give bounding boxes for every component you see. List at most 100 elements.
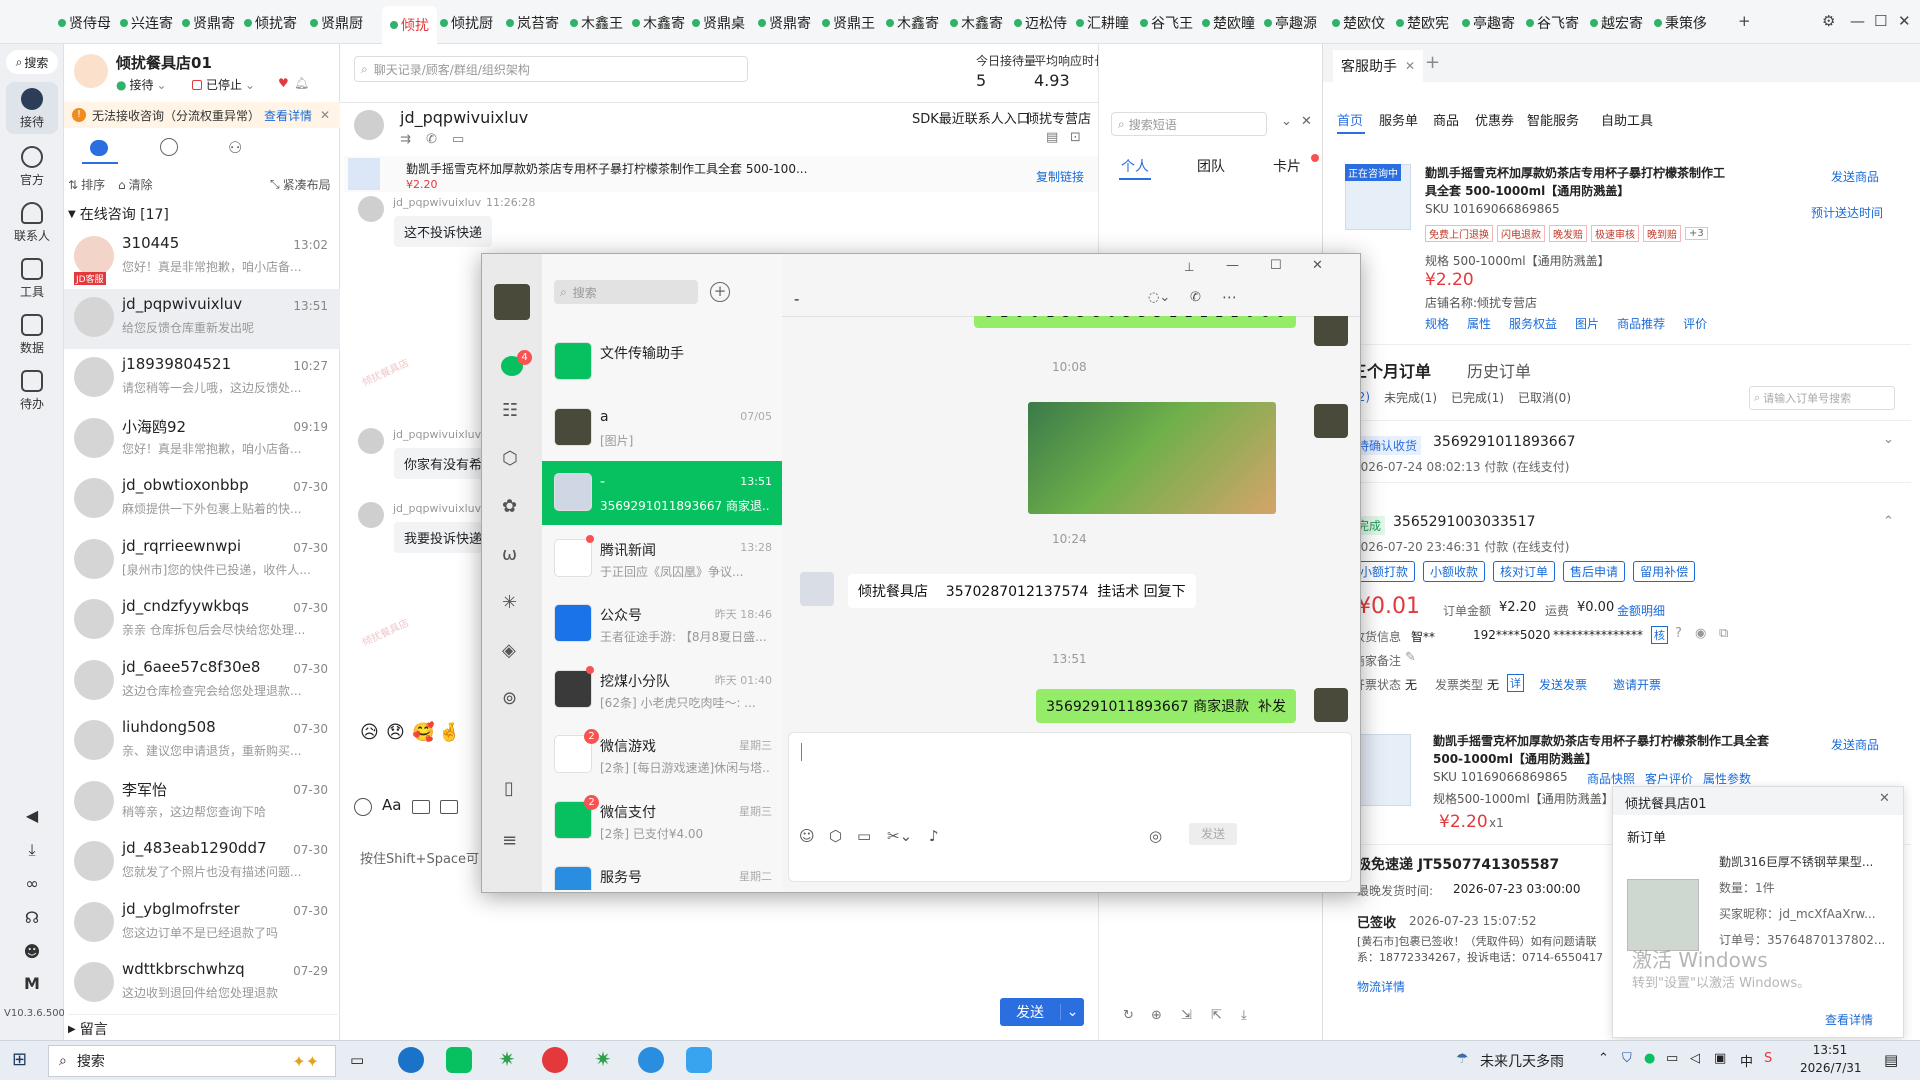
weather-label[interactable]: 未来几天多雨 <box>1480 1051 1564 1071</box>
contact-row[interactable]: jd_ybglmofrster 07-30 您这边订单不是已经退款了吗 <box>64 894 340 954</box>
headset-icon[interactable]: ☊ <box>22 908 42 928</box>
emoji-icon[interactable]: 🥰 <box>412 722 434 743</box>
add-tab-icon[interactable]: + <box>1425 52 1440 73</box>
menu-icon[interactable]: ≡ <box>502 830 517 851</box>
app-icon[interactable] <box>686 1047 712 1073</box>
tab-8[interactable]: 岚苔寄 <box>506 12 559 34</box>
send-item-button[interactable]: 发送商品 <box>1831 736 1879 753</box>
message-input-box[interactable]: ☺ ⬡ ▭ ✂⌄ ♪ ◎ 发送 <box>788 732 1352 882</box>
contact-row[interactable]: jd_rqrrieewnwpi 07-30 [泉州市]您的快件已投递，收件人... <box>64 531 340 591</box>
stop-status-select[interactable]: 已停止 ⌄ <box>192 76 255 93</box>
tab-20[interactable]: 亭趣源 <box>1264 12 1317 34</box>
rail-item-tools[interactable]: 工具 <box>6 252 58 302</box>
order-action-button[interactable]: 小额收款 <box>1423 560 1486 582</box>
assistant-nav-item[interactable]: 服务单 <box>1379 110 1418 129</box>
download-icon[interactable]: ⤓ <box>1241 1008 1247 1023</box>
tab-16[interactable]: 迈松侍 <box>1014 12 1067 34</box>
tab-26[interactable]: 秉策侈 <box>1654 12 1707 34</box>
contact-row[interactable]: wdttkbrschwhzq 07-29 这边收到退回件给您处理退款 <box>64 954 340 1014</box>
wechat-conversation-item[interactable]: 微信游戏 [2条] [每日游戏速递]休闲与塔... 星期三 2 <box>542 723 782 787</box>
microphone-icon[interactable]: ♪ <box>929 827 939 845</box>
video-icon[interactable] <box>440 800 458 814</box>
order-tab-recent[interactable]: 三个月订单 <box>1351 358 1431 382</box>
contacts-icon[interactable]: ☷ <box>502 400 518 421</box>
close-icon[interactable]: ✕ <box>1301 114 1312 129</box>
miniapp-icon[interactable]: ⊚ <box>502 688 517 709</box>
close-icon[interactable]: ✕ <box>1405 59 1415 73</box>
tab-15[interactable]: 木鑫寄 <box>950 12 1003 34</box>
app-icon[interactable]: ✷ <box>590 1047 616 1073</box>
wechat-search-input[interactable]: ⌕ 搜索 <box>554 280 698 304</box>
send-button[interactable]: 发送 <box>1000 1002 1060 1022</box>
invite-invoice-link[interactable]: 邀请开票 <box>1613 676 1661 693</box>
tab-9[interactable]: 木鑫王 <box>570 12 623 34</box>
product-link[interactable]: 属性 <box>1467 315 1491 332</box>
assistant-nav-item[interactable]: 优惠券 <box>1475 110 1514 129</box>
order-tab-history[interactable]: 历史订单 <box>1467 358 1531 382</box>
item-link[interactable]: 客户评价 <box>1645 770 1693 787</box>
collapse-icon[interactable]: ⌄ <box>1281 114 1292 129</box>
invoice-detail-button[interactable]: 详 <box>1507 674 1524 692</box>
verify-button[interactable]: 核 <box>1651 626 1668 644</box>
tab-1[interactable]: 贤侍母 <box>58 12 111 34</box>
tab-19[interactable]: 楚欧瞳 <box>1202 12 1255 34</box>
wechat-send-button[interactable]: 发送 <box>1189 823 1237 845</box>
rail-item-data[interactable]: 数据 <box>6 308 58 358</box>
order-action-button[interactable]: 售后申请 <box>1563 560 1626 582</box>
pin-icon[interactable]: ⊥ <box>1184 260 1194 274</box>
export-icon[interactable]: ⇱ <box>1211 1008 1222 1023</box>
task-view-icon[interactable]: ▭ <box>350 1051 364 1069</box>
wechat-taskbar-icon[interactable] <box>446 1047 472 1073</box>
assistant-nav-item[interactable]: 智能服务 <box>1527 110 1579 129</box>
close-icon[interactable]: ✕ <box>320 108 330 122</box>
wechat-conversation-item[interactable]: 公众号 王者征途手游: 【8月8夏日盛... 昨天 18:46 <box>542 592 782 656</box>
copy-link-button[interactable]: 复制链接 <box>1036 168 1084 185</box>
order-filter[interactable]: 未完成(1) <box>1384 389 1437 406</box>
contact-row[interactable]: jd_obwtioxonbbp 07-30 麻烦提供一下外包裹上贴着的快... <box>64 470 340 530</box>
contact-row[interactable]: j18939804521 10:27 请您稍等一会儿哦，这边反馈处... <box>64 349 340 409</box>
phrase-tab-card[interactable]: 卡片 <box>1273 156 1301 176</box>
emoji-picker-icon[interactable] <box>354 798 372 816</box>
order-filter[interactable]: 已取消(0) <box>1518 389 1571 406</box>
phone-icon[interactable]: ✆ <box>426 132 437 147</box>
bag-icon[interactable]: ⊡ <box>1070 130 1081 145</box>
popup-detail-link[interactable]: 查看详情 <box>1825 1011 1873 1028</box>
clock-time[interactable]: 13:51 <box>1800 1043 1860 1057</box>
wechat-conversation-item[interactable]: 腾讯新闻 于正回应《凤囚凰》争议... 13:28 <box>542 527 782 591</box>
clear-button[interactable]: ⌂ 清除 <box>118 176 153 193</box>
tab-23[interactable]: 亭趣寄 <box>1462 12 1515 34</box>
rail-search-button[interactable]: ⌕ 搜索 <box>6 50 58 74</box>
emoji-icon[interactable]: ☺ <box>799 827 815 845</box>
chevron-up-icon[interactable]: ⌃ <box>1883 514 1894 529</box>
tab-6[interactable]: 倾扰 <box>382 6 437 44</box>
history-tab-icon[interactable] <box>160 138 178 156</box>
clock-date[interactable]: 2026/7/31 <box>1800 1061 1862 1075</box>
channels-icon[interactable]: ω <box>502 544 517 565</box>
assistant-nav-item[interactable]: 商品 <box>1433 110 1459 129</box>
emoji-icon[interactable]: 😥 <box>360 722 379 743</box>
chevron-down-icon[interactable]: ⌄ <box>1060 1004 1084 1020</box>
wechat-conversation-item[interactable]: 服务号 星期二 <box>542 854 782 890</box>
assistant-nav-item[interactable]: 自助工具 <box>1601 110 1653 129</box>
sort-button[interactable]: ⇅ 排序 <box>68 176 105 193</box>
shield-icon[interactable]: ⛉ <box>1622 1051 1632 1066</box>
chevron-down-icon[interactable]: ⌄ <box>1883 432 1894 447</box>
sogou-icon[interactable]: S <box>1764 1051 1772 1066</box>
chat-info-icon[interactable]: ◌⌄ <box>1148 290 1170 305</box>
phrase-tab-team[interactable]: 团队 <box>1197 156 1225 176</box>
tab-17[interactable]: 汇耕瞳 <box>1076 12 1129 34</box>
contact-row[interactable]: jd_cndzfyywkbqs 07-30 亲亲 仓库拆包后会尽快给您处理... <box>64 591 340 651</box>
image-icon[interactable] <box>412 800 430 814</box>
maximize-icon[interactable]: ☐ <box>1270 258 1282 273</box>
weather-icon[interactable]: ☂ <box>1456 1051 1469 1067</box>
app-icon[interactable]: ✷ <box>494 1047 520 1073</box>
tab-12[interactable]: 贤鼎寄 <box>758 12 811 34</box>
wechat-conversation-item[interactable]: 微信支付 [2条] 已支付¥4.00 星期三 2 <box>542 789 782 853</box>
alert-link[interactable]: 查看详情 <box>264 107 312 124</box>
note-icon[interactable]: ▤ <box>1046 130 1058 145</box>
tab-2[interactable]: 兴连寄 <box>120 12 173 34</box>
tab-7[interactable]: 倾扰厨 <box>440 12 493 34</box>
volume-icon[interactable]: ◁ <box>1690 1051 1700 1066</box>
maximize-icon[interactable]: ☐ <box>1874 12 1887 30</box>
rail-item-official[interactable]: 官方 <box>6 140 58 190</box>
